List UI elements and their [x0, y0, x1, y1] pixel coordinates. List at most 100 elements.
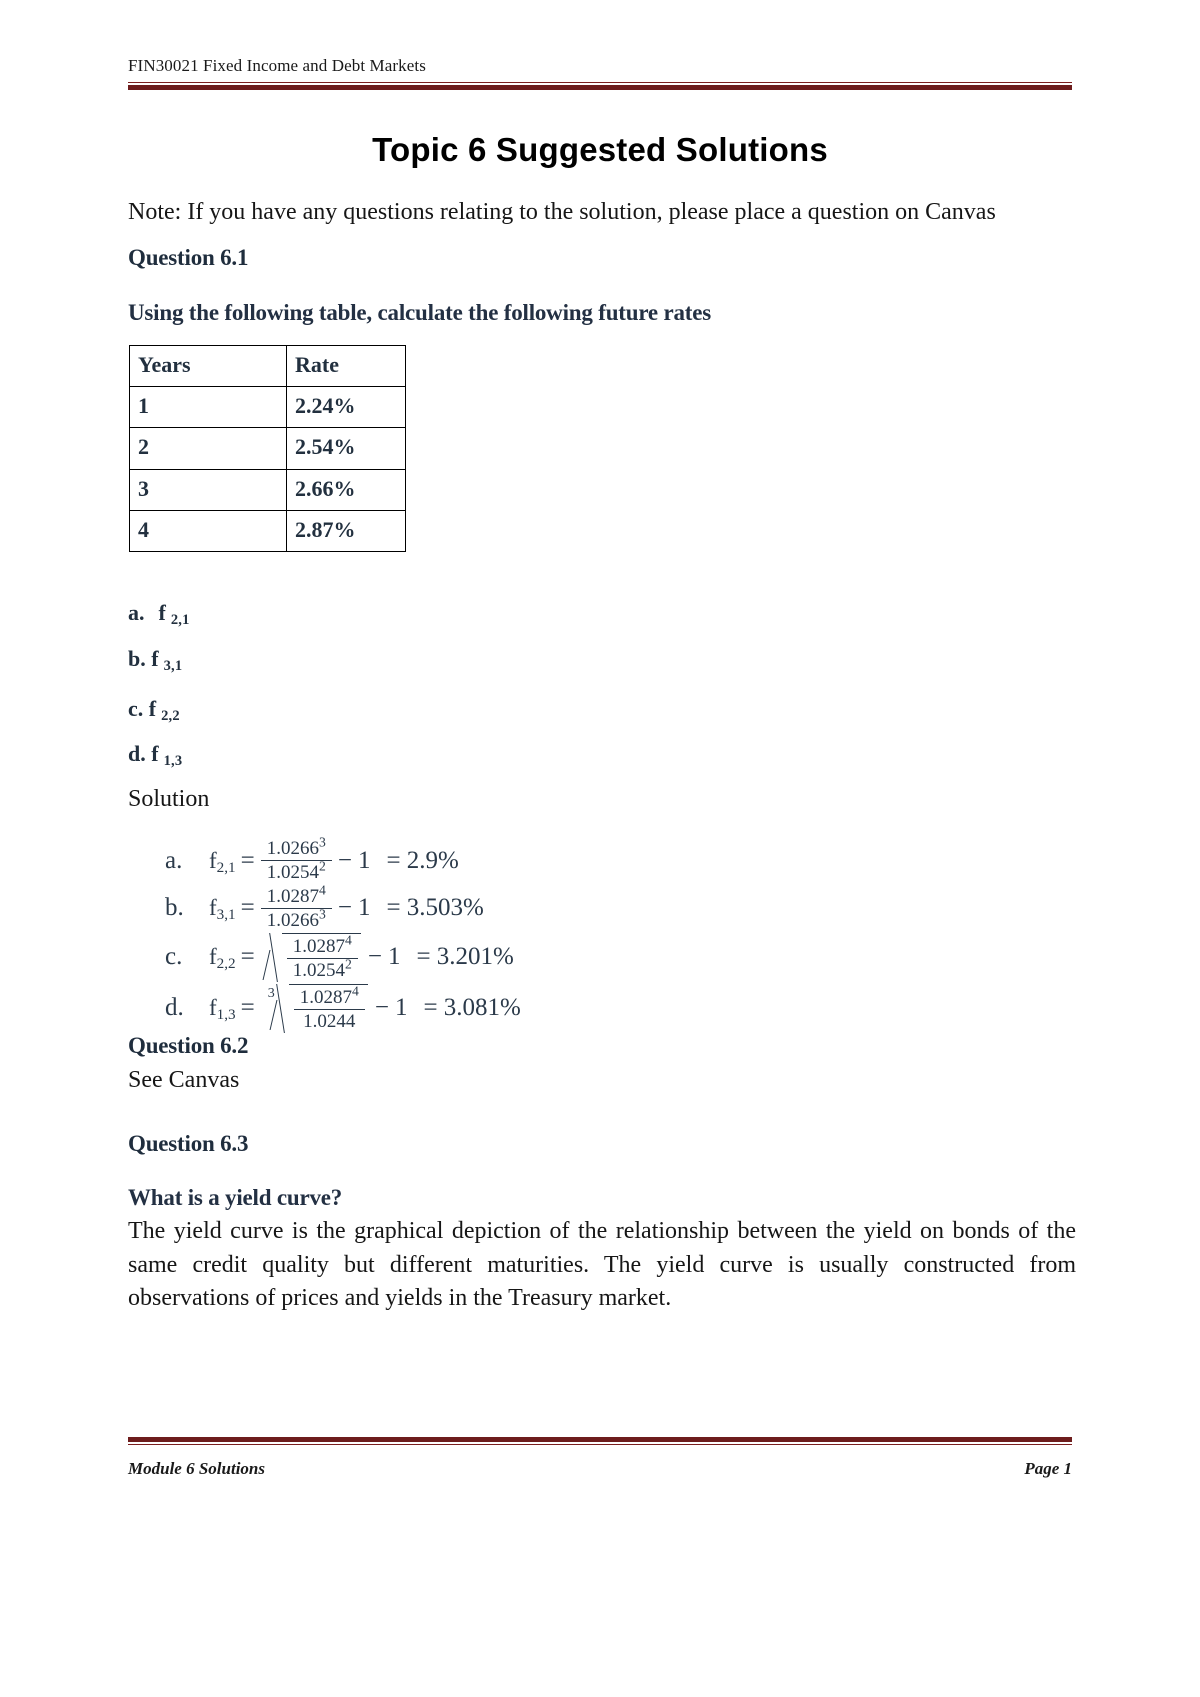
fraction-numerator: 1.02874: [286, 932, 358, 960]
equation-symbol: f: [209, 847, 217, 873]
table-header-row: Years Rate: [129, 344, 406, 388]
numerator-base: 1.0287: [299, 986, 352, 1008]
question-61-subheading: Using the following table, calculate the…: [128, 300, 712, 325]
equation-lhs: f2,1: [209, 847, 236, 876]
list-item: a. f 2,1: [128, 600, 190, 628]
equation-equals-sign: =: [240, 894, 255, 922]
equation-subscript: 2,2: [216, 955, 236, 973]
equations-block: a. f2,1 = 1.02663 1.02542 − 1 = 2.9% b. …: [165, 834, 865, 1034]
equation-equals-sign: =: [240, 846, 255, 874]
question-62-body: See Canvas: [128, 1067, 240, 1093]
equation-subscript: 2,1: [216, 858, 236, 876]
numerator-base: 1.0266: [266, 838, 319, 859]
table-row: 1 2.24%: [129, 386, 406, 429]
question-62-heading: Question 6.2: [128, 1033, 249, 1058]
list-item-letter: d.: [128, 741, 146, 766]
table-row: 2 2.54%: [129, 427, 406, 470]
list-item-letter: b.: [128, 646, 146, 671]
table-cell-year: 3: [129, 468, 287, 511]
equation-one: 1: [357, 894, 371, 922]
table-cell-rate: 2.54%: [286, 427, 406, 470]
equation-lhs: f1,3: [209, 994, 236, 1023]
equation-lhs: f2,2: [209, 944, 236, 973]
denominator-base: 1.0244: [303, 1010, 356, 1032]
solution-label: Solution: [128, 786, 210, 812]
equation-subscript: 3,1: [216, 906, 236, 924]
radical-index: 3: [267, 985, 275, 1001]
table-cell-year: 2: [129, 427, 287, 470]
numerator-base: 1.0287: [292, 936, 345, 958]
table-cell-rate: 2.66%: [286, 468, 406, 511]
fraction-numerator: 1.02874: [260, 883, 332, 909]
page-header: FIN30021 Fixed Income and Debt Markets: [128, 56, 1072, 90]
equation-one: 1: [394, 993, 408, 1021]
fraction: 1.02874 1.0244: [293, 984, 365, 1033]
table-cell-rate: 2.24%: [286, 386, 406, 429]
fraction-numerator: 1.02874: [293, 984, 365, 1010]
fraction-denominator: 1.02663: [261, 906, 332, 931]
equation-row: b. f3,1 = 1.02874 1.02663 − 1 = 3.503%: [165, 883, 865, 932]
fraction: 1.02874 1.02663: [260, 883, 332, 932]
equation-symbol: f: [209, 994, 217, 1020]
denominator-base: 1.0254: [266, 862, 319, 884]
fraction: 1.02663 1.02542: [260, 834, 332, 884]
footer-rule-thick: [128, 1437, 1072, 1442]
equation-equals-sign: =: [240, 943, 255, 971]
equation-minus-sign: −: [337, 894, 352, 922]
numerator-exponent: 4: [352, 983, 359, 999]
fraction-denominator: 1.02542: [287, 957, 358, 982]
document-page: FIN30021 Fixed Income and Debt Markets T…: [0, 0, 1200, 1697]
equation-result: = 3.503%: [386, 894, 484, 922]
square-root-icon: 1.02874 1.02542: [264, 933, 361, 982]
question-63-subheading: What is a yield curve?: [128, 1185, 343, 1210]
question-63-heading: Question 6.3: [128, 1131, 249, 1156]
denominator-base: 1.0266: [266, 909, 319, 931]
equation-subscript: 1,3: [216, 1005, 236, 1023]
equation-letter: a.: [165, 846, 183, 874]
radicand: 1.02874 1.02542: [281, 932, 361, 982]
equation-row: c. f2,2 = 1.02874 1.02542 − 1 = 3.201%: [165, 933, 865, 982]
equation-symbol: f: [209, 944, 217, 970]
footer-module-label: Module 6 Solutions: [128, 1459, 265, 1478]
footer-row: Module 6 Solutions Page 1: [128, 1459, 1072, 1479]
equation-minus-sign: −: [337, 846, 352, 874]
denominator-exponent: 2: [319, 858, 326, 874]
equation-symbol: f: [209, 895, 217, 921]
page-footer: Module 6 Solutions Page 1: [128, 1437, 1072, 1479]
equation-row: a. f2,1 = 1.02663 1.02542 − 1 = 2.9%: [165, 834, 865, 884]
list-item-subscript: 1,3: [163, 753, 183, 769]
table-row: 3 2.66%: [129, 468, 406, 511]
radicand: 1.02874 1.0244: [288, 983, 368, 1033]
equation-minus-sign: −: [367, 943, 382, 971]
list-item-subscript: 2,1: [170, 612, 190, 628]
list-item-subscript: 2,2: [161, 708, 180, 724]
equation-result: = 3.201%: [416, 943, 514, 971]
equation-one: 1: [357, 846, 371, 874]
table-cell-rate: 2.87%: [286, 509, 406, 552]
fraction-denominator: 1.02542: [261, 858, 332, 884]
intro-note: Note: If you have any questions relating…: [128, 199, 996, 225]
header-rule-thin: [128, 82, 1072, 83]
numerator-exponent: 3: [319, 834, 326, 850]
header-rule-thick: [128, 85, 1072, 90]
numerator-exponent: 4: [319, 882, 326, 898]
fraction: 1.02874 1.02542: [286, 932, 358, 982]
list-item-symbol: f: [151, 646, 159, 671]
cube-root-icon: 3 1.02874 1.0244: [264, 983, 368, 1033]
equation-result: = 2.9%: [386, 846, 459, 874]
numerator-exponent: 4: [345, 932, 352, 948]
question-61-heading: Question 6.1: [128, 245, 249, 270]
list-item-letter: c.: [128, 696, 144, 721]
list-item: c. f 2,2: [128, 696, 180, 724]
equation-letter: c.: [165, 943, 183, 971]
page-title: Topic 6 Suggested Solutions: [372, 131, 828, 168]
list-item-letter: a.: [128, 600, 145, 625]
equation-result: = 3.081%: [423, 993, 521, 1021]
equation-minus-sign: −: [374, 993, 389, 1021]
list-item: b. f 3,1: [128, 646, 182, 674]
equation-letter: b.: [165, 894, 184, 922]
denominator-exponent: 3: [319, 906, 326, 922]
denominator-exponent: 2: [345, 957, 352, 972]
table-cell-year: 4: [129, 509, 287, 552]
equation-row: d. f1,3 = 3 1.02874 1.0244 − 1 = 3.081%: [165, 983, 865, 1033]
